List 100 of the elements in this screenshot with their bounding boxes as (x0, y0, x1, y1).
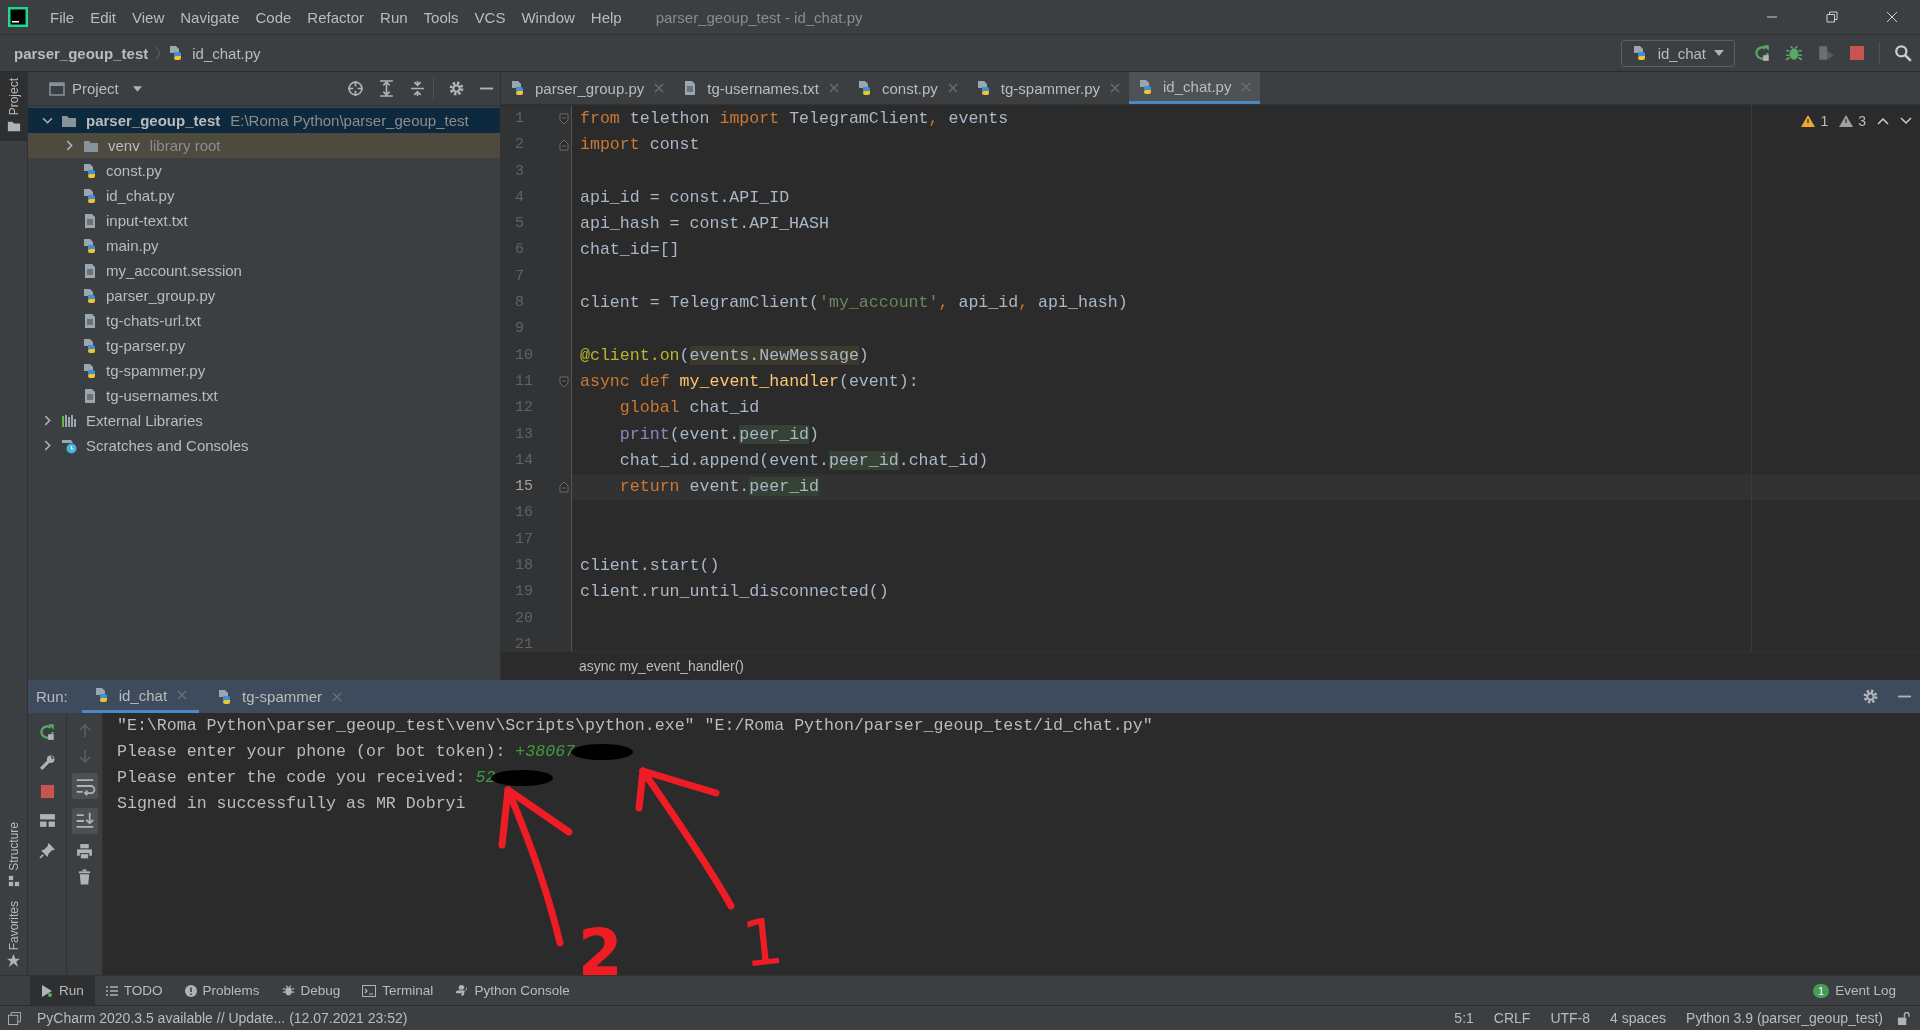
panel-title[interactable]: Project (72, 80, 119, 97)
menu-item[interactable]: Tools (415, 8, 467, 26)
menu-item[interactable]: Refactor (299, 8, 373, 26)
tree-item[interactable]: External Libraries (28, 408, 500, 433)
tree-item[interactable]: Scratches and Consoles (28, 433, 500, 458)
locate-icon[interactable] (347, 80, 364, 97)
expand-all-icon[interactable] (378, 80, 395, 97)
menu-item[interactable]: View (124, 8, 173, 26)
settings-icon[interactable] (1862, 688, 1879, 705)
fold-icon[interactable] (559, 481, 569, 494)
fold-icon[interactable] (559, 376, 569, 389)
python-file-icon (82, 337, 98, 354)
python-file-icon (82, 162, 98, 179)
tool-window-tab[interactable]: Run (30, 976, 95, 1005)
code-breadcrumb[interactable]: async my_event_handler() (579, 658, 744, 674)
run-label: Run: (35, 688, 69, 705)
item-note: library root (149, 137, 221, 154)
restore-icon[interactable] (1826, 11, 1838, 23)
window-title: parser_geoup_test - id_chat.py (655, 8, 863, 26)
breadcrumb-project[interactable]: parser_geoup_test (14, 44, 149, 62)
editor-tab[interactable]: tg-spammer.py (966, 72, 1130, 104)
fold-icon[interactable] (559, 139, 569, 152)
weak-warning-icon[interactable] (1839, 115, 1854, 127)
warning-count[interactable]: 1 (1820, 113, 1829, 129)
status-item[interactable]: 5:1 (1448, 1010, 1480, 1026)
status-item[interactable]: CRLF (1487, 1010, 1537, 1026)
tree-item[interactable]: venv library root (28, 133, 500, 158)
editor-tab[interactable]: id_chat.py (1129, 72, 1261, 104)
tool-window-tab[interactable]: Python Console (444, 976, 581, 1005)
item-name: External Libraries (86, 412, 203, 429)
tool-window-tab[interactable]: Problems (173, 976, 271, 1005)
collapse-chevron-icon[interactable] (41, 115, 53, 126)
tree-item[interactable]: const.py (28, 158, 500, 183)
print-icon[interactable] (76, 843, 93, 860)
scroll-to-end-icon[interactable] (71, 808, 98, 834)
soft-wrap-icon[interactable] (71, 773, 98, 799)
tree-item[interactable]: my_account.session (28, 258, 500, 283)
editor-tab[interactable]: const.py (847, 72, 967, 104)
status-item[interactable]: UTF-8 (1544, 1010, 1597, 1026)
previous-icon[interactable] (1877, 117, 1889, 125)
status-item[interactable]: Python 3.9 (parser_geoup_test) (1680, 1010, 1889, 1026)
tree-item[interactable]: id_chat.py (28, 183, 500, 208)
fold-icon[interactable] (559, 113, 569, 126)
menu-item[interactable]: File (42, 8, 83, 26)
tree-item[interactable]: parser_geoup_test E:\Roma Python\parser_geoup_test (28, 108, 500, 133)
side-tool-tab[interactable]: Structure (0, 815, 27, 895)
terminal-icon (362, 984, 377, 997)
breadcrumb-file[interactable]: id_chat.py (192, 44, 261, 62)
unlock-icon[interactable] (1897, 1011, 1910, 1025)
text-file-icon (82, 387, 98, 404)
editor-tab[interactable]: tg-usernames.txt (673, 72, 848, 104)
rerun-icon[interactable] (38, 723, 56, 741)
trash-icon[interactable] (77, 869, 92, 885)
tool-window-tab[interactable]: TODO (94, 976, 174, 1005)
side-tool-tab[interactable]: Favorites (0, 894, 27, 975)
tree-item[interactable]: tg-spammer.py (28, 358, 500, 383)
settings-icon[interactable] (448, 80, 465, 97)
weak-warning-count[interactable]: 3 (1858, 113, 1866, 129)
menu-item[interactable]: VCS (466, 8, 514, 26)
bug-icon[interactable] (1785, 44, 1803, 62)
pin-icon[interactable] (38, 842, 56, 859)
menu-item[interactable]: Code (247, 8, 300, 26)
dropdown-caret-icon[interactable] (132, 85, 142, 92)
console-line: Please enter the code you received: 52 (117, 765, 554, 791)
tool-windows-icon[interactable] (8, 1011, 21, 1025)
menu-item[interactable]: Help (582, 8, 630, 26)
run-config-dropdown[interactable]: id_chat (1620, 39, 1735, 67)
code-line: client.start() (580, 555, 720, 578)
code-line: @client.on(events.NewMessage) (580, 344, 869, 367)
console-tab[interactable]: tg-spammer (205, 680, 355, 713)
menu-item[interactable]: Window (513, 8, 583, 26)
project-tool-tab[interactable]: Project (0, 72, 27, 142)
next-icon[interactable] (1900, 117, 1912, 125)
python-file-icon (510, 80, 526, 96)
layout-icon[interactable] (38, 812, 56, 829)
tree-item[interactable]: tg-chats-url.txt (28, 308, 500, 333)
stop-icon[interactable] (39, 784, 55, 799)
tree-item[interactable]: parser_group.py (28, 283, 500, 308)
text-file-icon (82, 212, 98, 229)
tool-window-tab[interactable]: Debug (270, 976, 352, 1005)
python-file-icon (1631, 45, 1648, 61)
status-item[interactable]: 4 spaces (1604, 1010, 1673, 1026)
search-icon[interactable] (1894, 44, 1912, 62)
rerun-icon[interactable] (1753, 44, 1771, 62)
stop-icon[interactable] (1849, 45, 1865, 61)
tree-item[interactable]: tg-usernames.txt (28, 383, 500, 408)
editor-tab[interactable]: parser_group.py (501, 72, 674, 104)
warning-icon[interactable] (1801, 115, 1816, 127)
tool-window-tab[interactable]: Terminal (351, 976, 445, 1005)
collapse-all-icon[interactable] (409, 80, 426, 97)
status-message[interactable]: PyCharm 2020.3.5 available // Update... (12.07.2021 23:52) (37, 1010, 408, 1026)
menu-item[interactable]: Run (372, 8, 416, 26)
menu-item[interactable]: Edit (82, 8, 125, 26)
library-icon (60, 412, 78, 429)
menu-item[interactable]: Navigate (172, 8, 248, 26)
tree-item[interactable]: input-text.txt (28, 208, 500, 233)
event-log-button[interactable]: 1 Event Log (1813, 983, 1920, 998)
tree-item[interactable]: tg-parser.py (28, 333, 500, 358)
wrench-icon[interactable] (38, 754, 56, 771)
tree-item[interactable]: main.py (28, 233, 500, 258)
